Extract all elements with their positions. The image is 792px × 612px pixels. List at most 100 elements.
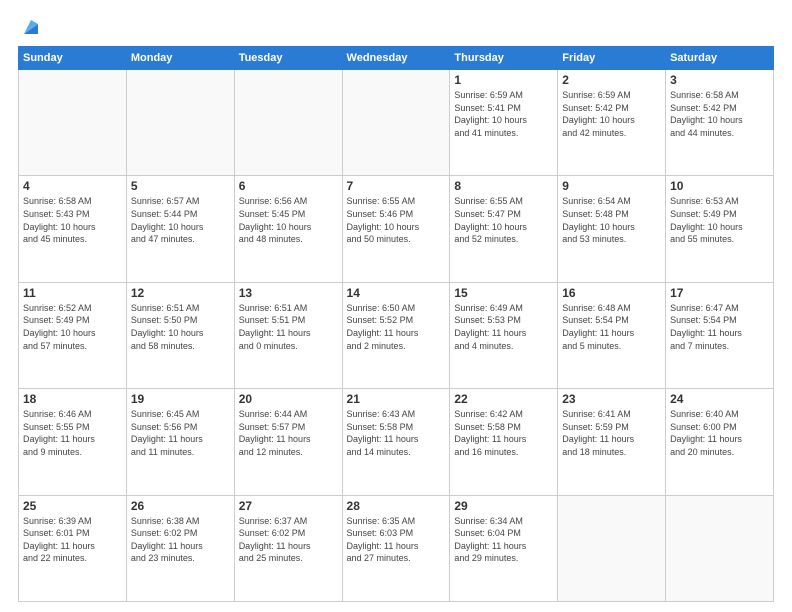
day-info: Sunrise: 6:51 AM Sunset: 5:50 PM Dayligh… bbox=[131, 302, 230, 352]
day-info: Sunrise: 6:53 AM Sunset: 5:49 PM Dayligh… bbox=[670, 195, 769, 245]
day-info: Sunrise: 6:40 AM Sunset: 6:00 PM Dayligh… bbox=[670, 408, 769, 458]
calendar-week-row: 25 Sunrise: 6:39 AM Sunset: 6:01 PM Dayli… bbox=[19, 495, 774, 601]
day-number: 7 bbox=[347, 179, 446, 193]
day-number: 5 bbox=[131, 179, 230, 193]
calendar-cell: 15 Sunrise: 6:49 AM Sunset: 5:53 PM Dayli… bbox=[450, 282, 558, 388]
calendar-cell: 16Sunrise: 6:48 AM Sunset: 5:54 PM Dayli… bbox=[558, 282, 666, 388]
day-number: 25 bbox=[23, 499, 122, 513]
col-header-sunday: Sunday bbox=[19, 47, 127, 70]
day-info: Sunrise: 6:46 AM Sunset: 5:55 PM Dayligh… bbox=[23, 408, 122, 458]
header bbox=[18, 16, 774, 38]
calendar-cell: 20 Sunrise: 6:44 AM Sunset: 5:57 PM Dayli… bbox=[234, 389, 342, 495]
day-info: Sunrise: 6:47 AM Sunset: 5:54 PM Dayligh… bbox=[670, 302, 769, 352]
calendar-cell: 18 Sunrise: 6:46 AM Sunset: 5:55 PM Dayli… bbox=[19, 389, 127, 495]
calendar-week-row: 18 Sunrise: 6:46 AM Sunset: 5:55 PM Dayli… bbox=[19, 389, 774, 495]
day-info: Sunrise: 6:37 AM Sunset: 6:02 PM Dayligh… bbox=[239, 515, 338, 565]
day-number: 17 bbox=[670, 286, 769, 300]
calendar-cell bbox=[558, 495, 666, 601]
calendar-cell: 12Sunrise: 6:51 AM Sunset: 5:50 PM Dayli… bbox=[126, 282, 234, 388]
calendar-cell bbox=[126, 70, 234, 176]
day-number: 23 bbox=[562, 392, 661, 406]
day-number: 11 bbox=[23, 286, 122, 300]
day-info: Sunrise: 6:34 AM Sunset: 6:04 PM Dayligh… bbox=[454, 515, 553, 565]
day-number: 20 bbox=[239, 392, 338, 406]
day-info: Sunrise: 6:56 AM Sunset: 5:45 PM Dayligh… bbox=[239, 195, 338, 245]
day-number: 9 bbox=[562, 179, 661, 193]
day-number: 19 bbox=[131, 392, 230, 406]
calendar-week-row: 1 Sunrise: 6:59 AM Sunset: 5:41 PM Daylig… bbox=[19, 70, 774, 176]
calendar-cell: 4Sunrise: 6:58 AM Sunset: 5:43 PM Daylig… bbox=[19, 176, 127, 282]
col-header-wednesday: Wednesday bbox=[342, 47, 450, 70]
day-number: 27 bbox=[239, 499, 338, 513]
col-header-saturday: Saturday bbox=[666, 47, 774, 70]
calendar-week-row: 11 Sunrise: 6:52 AM Sunset: 5:49 PM Dayli… bbox=[19, 282, 774, 388]
day-number: 22 bbox=[454, 392, 553, 406]
calendar-cell: 21 Sunrise: 6:43 AM Sunset: 5:58 PM Dayli… bbox=[342, 389, 450, 495]
day-number: 2 bbox=[562, 73, 661, 87]
day-info: Sunrise: 6:38 AM Sunset: 6:02 PM Dayligh… bbox=[131, 515, 230, 565]
calendar-cell: 22 Sunrise: 6:42 AM Sunset: 5:58 PM Dayli… bbox=[450, 389, 558, 495]
calendar-cell: 1 Sunrise: 6:59 AM Sunset: 5:41 PM Daylig… bbox=[450, 70, 558, 176]
calendar-cell: 8 Sunrise: 6:55 AM Sunset: 5:47 PM Daylig… bbox=[450, 176, 558, 282]
day-number: 28 bbox=[347, 499, 446, 513]
calendar-cell: 5 Sunrise: 6:57 AM Sunset: 5:44 PM Daylig… bbox=[126, 176, 234, 282]
calendar-cell: 3 Sunrise: 6:58 AM Sunset: 5:42 PM Daylig… bbox=[666, 70, 774, 176]
day-info: Sunrise: 6:54 AM Sunset: 5:48 PM Dayligh… bbox=[562, 195, 661, 245]
calendar-cell: 2 Sunrise: 6:59 AM Sunset: 5:42 PM Daylig… bbox=[558, 70, 666, 176]
calendar-cell: 10 Sunrise: 6:53 AM Sunset: 5:49 PM Dayli… bbox=[666, 176, 774, 282]
calendar-week-row: 4Sunrise: 6:58 AM Sunset: 5:43 PM Daylig… bbox=[19, 176, 774, 282]
col-header-friday: Friday bbox=[558, 47, 666, 70]
calendar-cell: 28 Sunrise: 6:35 AM Sunset: 6:03 PM Dayli… bbox=[342, 495, 450, 601]
day-info: Sunrise: 6:55 AM Sunset: 5:47 PM Dayligh… bbox=[454, 195, 553, 245]
day-info: Sunrise: 6:42 AM Sunset: 5:58 PM Dayligh… bbox=[454, 408, 553, 458]
calendar-cell bbox=[666, 495, 774, 601]
day-number: 14 bbox=[347, 286, 446, 300]
day-number: 16 bbox=[562, 286, 661, 300]
day-info: Sunrise: 6:57 AM Sunset: 5:44 PM Dayligh… bbox=[131, 195, 230, 245]
day-info: Sunrise: 6:44 AM Sunset: 5:57 PM Dayligh… bbox=[239, 408, 338, 458]
day-number: 15 bbox=[454, 286, 553, 300]
day-number: 21 bbox=[347, 392, 446, 406]
day-info: Sunrise: 6:58 AM Sunset: 5:43 PM Dayligh… bbox=[23, 195, 122, 245]
day-number: 26 bbox=[131, 499, 230, 513]
calendar-cell: 13Sunrise: 6:51 AM Sunset: 5:51 PM Dayli… bbox=[234, 282, 342, 388]
day-info: Sunrise: 6:50 AM Sunset: 5:52 PM Dayligh… bbox=[347, 302, 446, 352]
day-info: Sunrise: 6:35 AM Sunset: 6:03 PM Dayligh… bbox=[347, 515, 446, 565]
day-number: 18 bbox=[23, 392, 122, 406]
calendar-header-row: SundayMondayTuesdayWednesdayThursdayFrid… bbox=[19, 47, 774, 70]
day-number: 10 bbox=[670, 179, 769, 193]
day-info: Sunrise: 6:59 AM Sunset: 5:41 PM Dayligh… bbox=[454, 89, 553, 139]
calendar-cell: 24 Sunrise: 6:40 AM Sunset: 6:00 PM Dayli… bbox=[666, 389, 774, 495]
day-info: Sunrise: 6:39 AM Sunset: 6:01 PM Dayligh… bbox=[23, 515, 122, 565]
day-number: 13 bbox=[239, 286, 338, 300]
col-header-tuesday: Tuesday bbox=[234, 47, 342, 70]
logo-icon bbox=[20, 16, 42, 38]
day-info: Sunrise: 6:41 AM Sunset: 5:59 PM Dayligh… bbox=[562, 408, 661, 458]
calendar-cell: 11 Sunrise: 6:52 AM Sunset: 5:49 PM Dayli… bbox=[19, 282, 127, 388]
day-info: Sunrise: 6:52 AM Sunset: 5:49 PM Dayligh… bbox=[23, 302, 122, 352]
calendar-cell: 25 Sunrise: 6:39 AM Sunset: 6:01 PM Dayli… bbox=[19, 495, 127, 601]
calendar-cell bbox=[342, 70, 450, 176]
calendar-cell: 7 Sunrise: 6:55 AM Sunset: 5:46 PM Daylig… bbox=[342, 176, 450, 282]
col-header-thursday: Thursday bbox=[450, 47, 558, 70]
calendar-cell: 27 Sunrise: 6:37 AM Sunset: 6:02 PM Dayli… bbox=[234, 495, 342, 601]
day-number: 29 bbox=[454, 499, 553, 513]
page: SundayMondayTuesdayWednesdayThursdayFrid… bbox=[0, 0, 792, 612]
day-number: 6 bbox=[239, 179, 338, 193]
day-info: Sunrise: 6:59 AM Sunset: 5:42 PM Dayligh… bbox=[562, 89, 661, 139]
day-info: Sunrise: 6:43 AM Sunset: 5:58 PM Dayligh… bbox=[347, 408, 446, 458]
calendar-cell: 26 Sunrise: 6:38 AM Sunset: 6:02 PM Dayli… bbox=[126, 495, 234, 601]
day-info: Sunrise: 6:58 AM Sunset: 5:42 PM Dayligh… bbox=[670, 89, 769, 139]
calendar-cell: 14 Sunrise: 6:50 AM Sunset: 5:52 PM Dayli… bbox=[342, 282, 450, 388]
calendar-cell: 23 Sunrise: 6:41 AM Sunset: 5:59 PM Dayli… bbox=[558, 389, 666, 495]
calendar-cell: 17 Sunrise: 6:47 AM Sunset: 5:54 PM Dayli… bbox=[666, 282, 774, 388]
day-info: Sunrise: 6:45 AM Sunset: 5:56 PM Dayligh… bbox=[131, 408, 230, 458]
day-info: Sunrise: 6:55 AM Sunset: 5:46 PM Dayligh… bbox=[347, 195, 446, 245]
calendar-table: SundayMondayTuesdayWednesdayThursdayFrid… bbox=[18, 46, 774, 602]
day-number: 24 bbox=[670, 392, 769, 406]
calendar-cell bbox=[234, 70, 342, 176]
day-info: Sunrise: 6:49 AM Sunset: 5:53 PM Dayligh… bbox=[454, 302, 553, 352]
day-number: 1 bbox=[454, 73, 553, 87]
day-number: 8 bbox=[454, 179, 553, 193]
day-number: 3 bbox=[670, 73, 769, 87]
